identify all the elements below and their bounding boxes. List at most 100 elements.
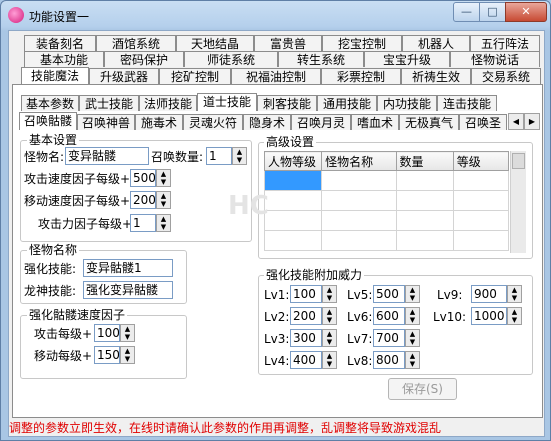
table-cell[interactable] (321, 170, 397, 191)
save-button[interactable]: 保存(S) (388, 378, 457, 400)
attack-speed-input[interactable]: 500 (130, 169, 156, 187)
table-row[interactable] (264, 170, 509, 191)
lv9-input[interactable]: 900 (471, 285, 507, 303)
lv6-input[interactable]: 600 (373, 307, 405, 325)
tab-five-elements[interactable]: 五行阵法 (470, 35, 540, 51)
tab-equip-name[interactable]: 装备刻名 (24, 35, 96, 51)
tab-rich-beast[interactable]: 富贵兽 (254, 35, 322, 51)
title-bar[interactable]: 功能设置一 — □ ✕ (1, 1, 550, 29)
lv1-input[interactable]: 100 (290, 285, 322, 303)
speed-attack-input[interactable]: 100 (94, 324, 120, 342)
table-row[interactable] (264, 210, 509, 231)
grid-scrollbar[interactable] (510, 151, 526, 253)
table-cell[interactable] (264, 190, 323, 211)
attack-power-input[interactable]: 1 (130, 214, 156, 232)
lv10-spinner[interactable]: ▲ ▼ (507, 307, 522, 325)
table-cell[interactable] (264, 210, 323, 231)
column-header[interactable]: 人物等级 (264, 151, 323, 171)
attack-speed-spinner[interactable]: ▲ ▼ (156, 169, 171, 187)
table-cell[interactable] (321, 210, 397, 231)
subtab-basic-params[interactable]: 基本参数 (21, 95, 79, 111)
skilltab-summon-saint[interactable]: 召唤圣 (459, 114, 507, 130)
tab-trade[interactable]: 交易系统 (471, 68, 541, 84)
subtab-general[interactable]: 通用技能 (317, 95, 377, 111)
table-cell[interactable] (395, 190, 454, 211)
tab-mining-control[interactable]: 挖矿控制 (159, 68, 231, 84)
skilltab-summon-skeleton[interactable]: 召唤骷髅 (19, 112, 77, 130)
lv7-input[interactable]: 700 (373, 329, 405, 347)
skilltab-summon-moon[interactable]: 召唤月灵 (291, 114, 351, 130)
selected-cell[interactable] (264, 170, 323, 191)
move-speed-input[interactable]: 200 (130, 191, 156, 209)
subtab-taoist[interactable]: 道士技能 (197, 93, 257, 111)
subtab-combo[interactable]: 连击技能 (437, 95, 497, 111)
subtab-assassin[interactable]: 刺客技能 (257, 95, 317, 111)
tab-scroll-left-icon[interactable]: ◀ (508, 113, 524, 130)
table-row[interactable] (264, 230, 509, 251)
lv8-spinner[interactable]: ▲ ▼ (405, 351, 420, 369)
lv7-spinner[interactable]: ▲ ▼ (405, 329, 420, 347)
column-header[interactable]: 数量 (395, 151, 454, 171)
table-cell[interactable] (452, 170, 509, 191)
table-cell[interactable] (395, 170, 454, 191)
skilltab-summon-beast[interactable]: 召唤神兽 (77, 114, 135, 130)
speed-move-input[interactable]: 150 (94, 346, 120, 364)
speed-attack-spinner[interactable]: ▲ ▼ (120, 324, 135, 342)
lv9-spinner[interactable]: ▲ ▼ (507, 285, 522, 303)
summon-count-input[interactable]: 1 (206, 147, 232, 165)
tab-monster-talk[interactable]: 怪物说话 (450, 51, 540, 67)
tab-skill-magic[interactable]: 技能魔法 (21, 67, 89, 85)
table-cell[interactable] (321, 190, 397, 211)
skilltab-invisibility[interactable]: 隐身术 (243, 114, 291, 130)
lv2-spinner[interactable]: ▲ ▼ (322, 307, 337, 325)
tab-pet-upgrade[interactable]: 宝宝升级 (364, 51, 450, 67)
table-cell[interactable] (321, 230, 397, 251)
lv8-input[interactable]: 800 (373, 351, 405, 369)
speed-move-spinner[interactable]: ▲ ▼ (120, 346, 135, 364)
enhance-skill-input[interactable]: 变异骷髅1 (83, 259, 173, 277)
tab-basic-function[interactable]: 基本功能 (24, 51, 104, 67)
lv5-spinner[interactable]: ▲ ▼ (405, 285, 420, 303)
tab-crystal[interactable]: 天地结晶 (176, 35, 254, 51)
tab-treasure-control[interactable]: 挖宝控制 (322, 35, 402, 51)
skilltab-true-qi[interactable]: 无极真气 (399, 114, 459, 130)
lv6-spinner[interactable]: ▲ ▼ (405, 307, 420, 325)
tab-scroll-right-icon[interactable]: ▶ (524, 113, 540, 130)
column-header[interactable]: 怪物名称 (321, 151, 397, 171)
skilltab-bloodthirst[interactable]: 嗜血术 (351, 114, 399, 130)
close-button[interactable]: ✕ (505, 2, 547, 22)
maximize-button[interactable]: □ (479, 2, 506, 22)
column-header[interactable]: 等级 (452, 151, 509, 171)
attack-power-spinner[interactable]: ▲ ▼ (156, 214, 171, 232)
skilltab-soul-fire[interactable]: 灵魂火符 (183, 114, 243, 130)
skilltab-poison[interactable]: 施毒术 (135, 114, 183, 130)
lv3-spinner[interactable]: ▲ ▼ (322, 329, 337, 347)
tab-tavern[interactable]: 酒馆系统 (96, 35, 176, 51)
table-cell[interactable] (452, 230, 509, 251)
table-cell[interactable] (264, 230, 323, 251)
table-cell[interactable] (452, 210, 509, 231)
summon-count-spinner[interactable]: ▲ ▼ (232, 147, 247, 165)
tab-lottery[interactable]: 彩票控制 (321, 68, 401, 84)
tab-password[interactable]: 密码保护 (104, 51, 184, 67)
scrollbar-thumb[interactable] (512, 153, 525, 169)
minimize-button[interactable]: — (453, 2, 480, 22)
tab-rebirth[interactable]: 转生系统 (278, 51, 364, 67)
tab-robot[interactable]: 机器人 (402, 35, 470, 51)
lv1-spinner[interactable]: ▲ ▼ (322, 285, 337, 303)
advanced-grid[interactable]: 人物等级 怪物名称 数量 等级 (264, 151, 509, 253)
dragon-skill-input[interactable]: 强化变异骷髅 (83, 281, 173, 299)
lv4-input[interactable]: 400 (290, 351, 322, 369)
tab-pray[interactable]: 祈祷生效 (401, 68, 471, 84)
tab-upgrade-weapon[interactable]: 升级武器 (89, 68, 159, 84)
subtab-internal[interactable]: 内功技能 (377, 95, 437, 111)
move-speed-spinner[interactable]: ▲ ▼ (156, 191, 171, 209)
table-cell[interactable] (452, 190, 509, 211)
lv5-input[interactable]: 500 (373, 285, 405, 303)
tab-master[interactable]: 师徒系统 (184, 51, 278, 67)
subtab-mage[interactable]: 法师技能 (139, 95, 197, 111)
lv10-input[interactable]: 1000 (471, 307, 507, 325)
lv3-input[interactable]: 300 (290, 329, 322, 347)
table-cell[interactable] (395, 210, 454, 231)
table-row[interactable] (264, 190, 509, 211)
